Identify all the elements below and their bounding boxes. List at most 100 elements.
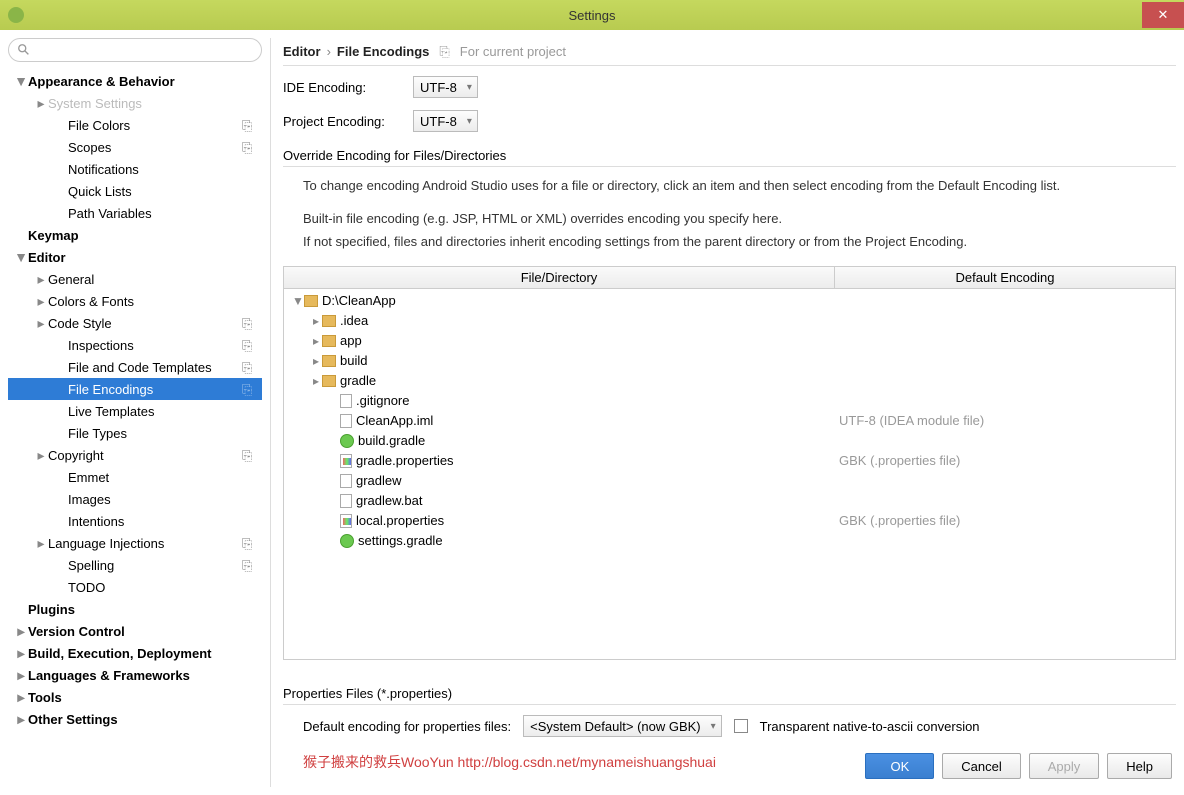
table-row[interactable]: ▼D:\CleanApp <box>284 291 1175 311</box>
table-row[interactable]: CleanApp.imlUTF-8 (IDEA module file) <box>284 411 1175 431</box>
col-file-header[interactable]: File/Directory <box>284 267 835 288</box>
project-scope-icon: ⎘ <box>242 382 256 396</box>
table-row[interactable]: gradlew <box>284 471 1175 491</box>
ide-encoding-dropdown[interactable]: UTF-8 <box>413 76 478 98</box>
sidebar-item-live-templates[interactable]: Live Templates <box>8 400 262 422</box>
settings-tree[interactable]: ▼Appearance & Behavior▸System SettingsFi… <box>8 70 262 787</box>
sidebar-item-label: Copyright <box>48 448 242 463</box>
breadcrumb-editor[interactable]: Editor <box>283 44 321 59</box>
expand-arrow-icon: ▸ <box>310 354 322 368</box>
sidebar-item-general[interactable]: ▸General <box>8 268 262 290</box>
file-name: .idea <box>340 313 368 328</box>
ok-button[interactable]: OK <box>865 753 934 779</box>
file-name: .gitignore <box>356 393 409 408</box>
expand-arrow-icon <box>54 470 68 484</box>
apply-button[interactable]: Apply <box>1029 753 1100 779</box>
sidebar-item-label: Scopes <box>68 140 242 155</box>
sidebar-item-languages-frameworks[interactable]: ▸Languages & Frameworks <box>8 664 262 686</box>
watermark-text: 猴子搬来的救兵WooYun http://blog.csdn.net/mynam… <box>303 752 716 772</box>
sidebar-item-copyright[interactable]: ▸Copyright⎘ <box>8 444 262 466</box>
sidebar-item-version-control[interactable]: ▸Version Control <box>8 620 262 642</box>
table-row[interactable]: ▸.idea <box>284 311 1175 331</box>
sidebar-item-scopes[interactable]: Scopes⎘ <box>8 136 262 158</box>
sidebar-item-colors-fonts[interactable]: ▸Colors & Fonts <box>8 290 262 312</box>
sidebar-item-label: Version Control <box>28 624 262 639</box>
transparent-ascii-checkbox[interactable] <box>734 719 748 733</box>
sidebar-item-inspections[interactable]: Inspections⎘ <box>8 334 262 356</box>
table-row[interactable]: ▸app <box>284 331 1175 351</box>
sidebar-item-label: File Encodings <box>68 382 242 397</box>
sidebar-item-quick-lists[interactable]: Quick Lists <box>8 180 262 202</box>
table-row[interactable]: ▸gradle <box>284 371 1175 391</box>
table-row[interactable]: build.gradle <box>284 431 1175 451</box>
file-icon <box>340 494 352 508</box>
col-encoding-header[interactable]: Default Encoding <box>835 267 1175 288</box>
sidebar-item-label: Inspections <box>68 338 242 353</box>
expand-arrow-icon <box>54 360 68 374</box>
props-encoding-dropdown[interactable]: <System Default> (now GBK) <box>523 715 722 737</box>
project-encoding-dropdown[interactable]: UTF-8 <box>413 110 478 132</box>
search-input[interactable] <box>35 43 253 58</box>
close-button[interactable]: ✕ <box>1142 2 1184 28</box>
sidebar-item-label: Path Variables <box>68 206 262 221</box>
sidebar-item-emmet[interactable]: Emmet <box>8 466 262 488</box>
sidebar-item-tools[interactable]: ▸Tools <box>8 686 262 708</box>
expand-arrow-icon: ▸ <box>14 690 28 704</box>
sidebar-item-file-and-code-templates[interactable]: File and Code Templates⎘ <box>8 356 262 378</box>
sidebar-item-spelling[interactable]: Spelling⎘ <box>8 554 262 576</box>
sidebar-item-todo[interactable]: TODO <box>8 576 262 598</box>
file-name: D:\CleanApp <box>322 293 396 308</box>
help-button[interactable]: Help <box>1107 753 1172 779</box>
encoding-value[interactable]: GBK (.properties file) <box>835 453 1175 468</box>
help-text-2: Built-in file encoding (e.g. JSP, HTML o… <box>303 210 1176 229</box>
table-row[interactable]: gradlew.bat <box>284 491 1175 511</box>
project-scope-icon: ⎘ <box>242 448 256 462</box>
sidebar-item-notifications[interactable]: Notifications <box>8 158 262 180</box>
search-box[interactable] <box>8 38 262 62</box>
sidebar-item-intentions[interactable]: Intentions <box>8 510 262 532</box>
sidebar-item-file-types[interactable]: File Types <box>8 422 262 444</box>
project-scope-icon: ⎘ <box>242 316 256 330</box>
sidebar-item-system-settings[interactable]: ▸System Settings <box>8 92 262 114</box>
expand-arrow-icon <box>54 404 68 418</box>
sidebar-item-label: File Types <box>68 426 262 441</box>
table-row[interactable]: local.propertiesGBK (.properties file) <box>284 511 1175 531</box>
search-icon <box>17 43 31 57</box>
sidebar-item-plugins[interactable]: Plugins <box>8 598 262 620</box>
encoding-value[interactable]: UTF-8 (IDEA module file) <box>835 413 1175 428</box>
sidebar-item-path-variables[interactable]: Path Variables <box>8 202 262 224</box>
sidebar-item-editor[interactable]: ▼Editor <box>8 246 262 268</box>
file-name: gradlew <box>356 473 402 488</box>
cancel-button[interactable]: Cancel <box>942 753 1020 779</box>
sidebar-item-label: File and Code Templates <box>68 360 242 375</box>
breadcrumb-file-encodings: File Encodings <box>337 44 429 59</box>
sidebar-item-label: Other Settings <box>28 712 262 727</box>
sidebar-item-label: Build, Execution, Deployment <box>28 646 262 661</box>
file-encoding-table: File/Directory Default Encoding ▼D:\Clea… <box>283 266 1176 660</box>
folder-icon <box>322 375 336 387</box>
help-text-1: To change encoding Android Studio uses f… <box>303 177 1176 196</box>
sidebar-item-label: Images <box>68 492 262 507</box>
sidebar-item-other-settings[interactable]: ▸Other Settings <box>8 708 262 730</box>
sidebar-item-images[interactable]: Images <box>8 488 262 510</box>
sidebar-item-code-style[interactable]: ▸Code Style⎘ <box>8 312 262 334</box>
gradle-icon <box>340 534 354 548</box>
expand-arrow-icon <box>14 228 28 242</box>
table-row[interactable]: settings.gradle <box>284 531 1175 551</box>
sidebar-item-keymap[interactable]: Keymap <box>8 224 262 246</box>
expand-arrow-icon <box>54 382 68 396</box>
sidebar-item-build-execution-deployment[interactable]: ▸Build, Execution, Deployment <box>8 642 262 664</box>
expand-arrow-icon: ▸ <box>34 272 48 286</box>
sidebar-item-file-colors[interactable]: File Colors⎘ <box>8 114 262 136</box>
table-row[interactable]: ▸build <box>284 351 1175 371</box>
sidebar-item-label: Languages & Frameworks <box>28 668 262 683</box>
expand-arrow-icon: ▸ <box>14 624 28 638</box>
sidebar-item-language-injections[interactable]: ▸Language Injections⎘ <box>8 532 262 554</box>
sidebar-item-label: System Settings <box>48 96 262 111</box>
sidebar-item-appearance-behavior[interactable]: ▼Appearance & Behavior <box>8 70 262 92</box>
sidebar-item-label: Emmet <box>68 470 262 485</box>
table-row[interactable]: .gitignore <box>284 391 1175 411</box>
encoding-value[interactable]: GBK (.properties file) <box>835 513 1175 528</box>
table-row[interactable]: gradle.propertiesGBK (.properties file) <box>284 451 1175 471</box>
sidebar-item-file-encodings[interactable]: File Encodings⎘ <box>8 378 262 400</box>
